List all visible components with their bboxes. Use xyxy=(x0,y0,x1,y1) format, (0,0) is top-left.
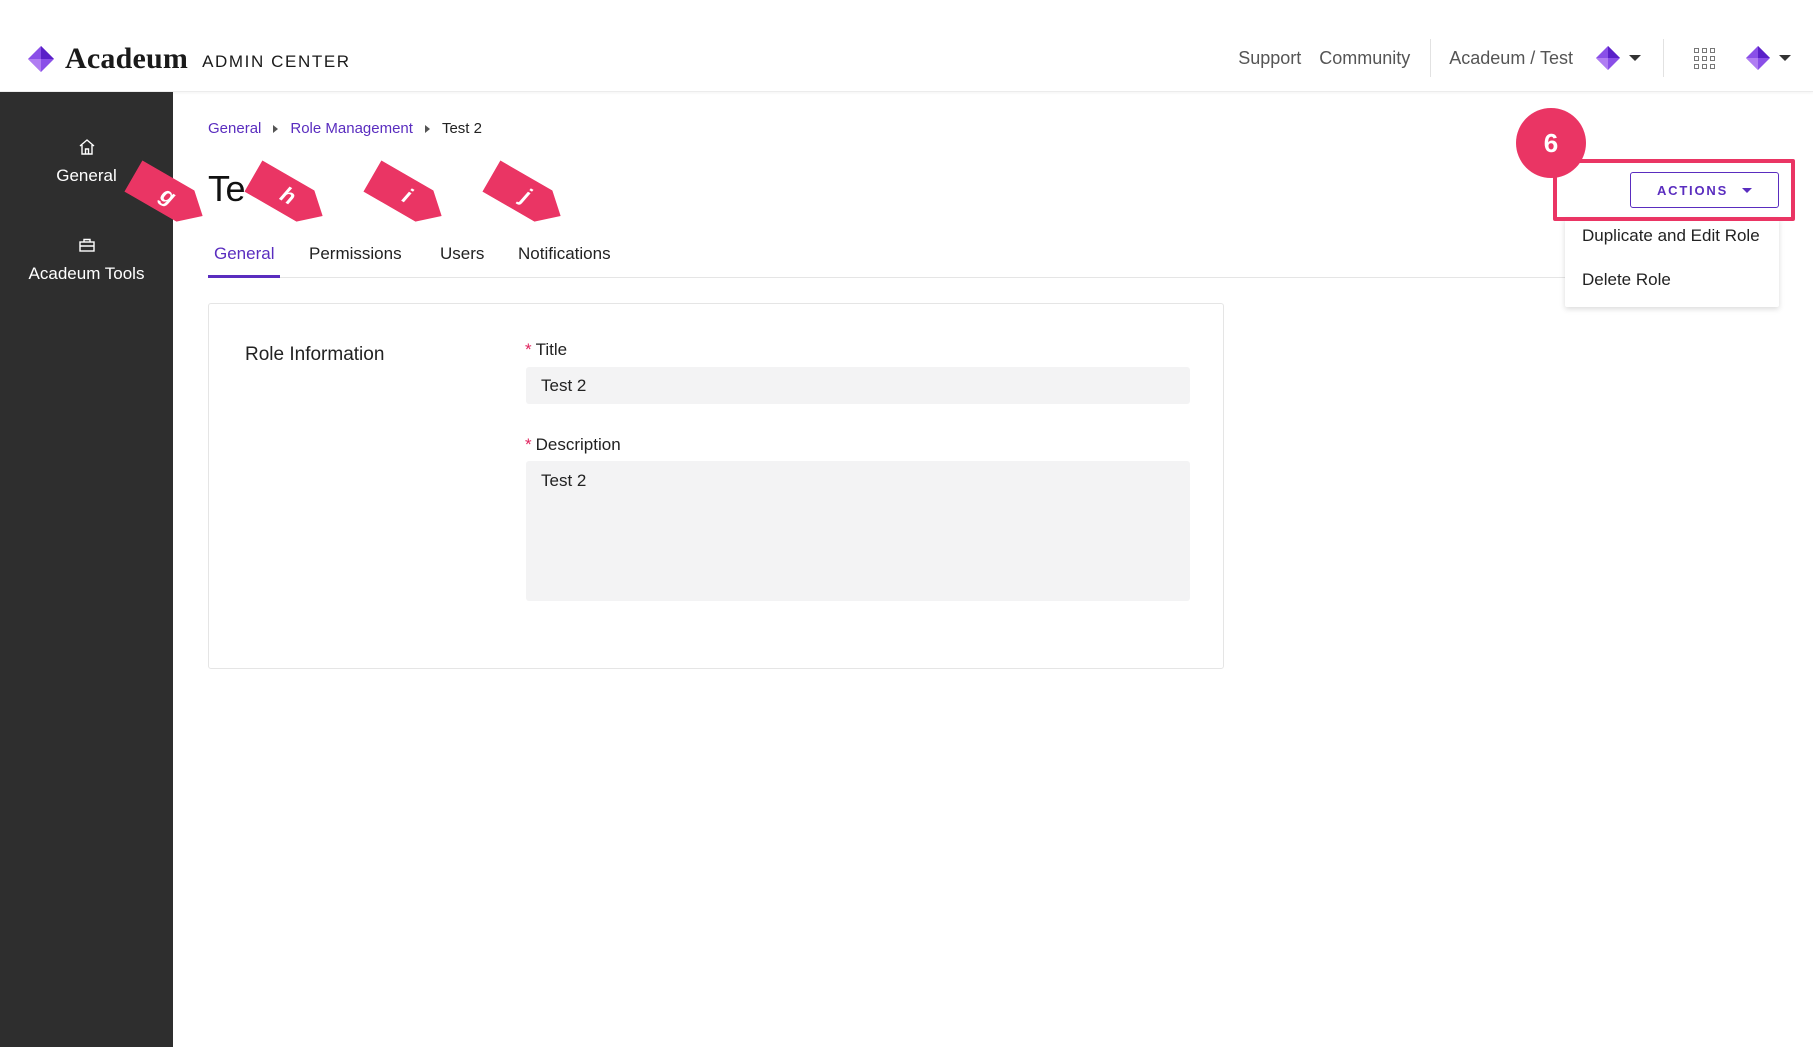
annotation-tag-label: h xyxy=(276,181,301,210)
tab-notifications[interactable]: Notifications xyxy=(512,240,617,278)
breadcrumb-role-management[interactable]: Role Management xyxy=(290,120,413,137)
home-icon xyxy=(79,139,94,155)
top-bar: Acadeum ADMIN CENTER Support Community A… xyxy=(0,0,1813,92)
support-link[interactable]: Support xyxy=(1238,48,1301,69)
menu-item-delete-role[interactable]: Delete Role xyxy=(1582,270,1671,290)
breadcrumb-general[interactable]: General xyxy=(208,120,261,137)
annotation-tag-i: i xyxy=(363,160,450,231)
annotation-tag-label: i xyxy=(398,183,417,208)
divider xyxy=(1430,39,1432,77)
highlight-box xyxy=(1553,159,1795,221)
tenant-name: Acadeum / Test xyxy=(1449,47,1573,68)
annotation-tag-label: j xyxy=(517,183,536,208)
actions-dropdown-menu: Duplicate and Edit Role Delete Role xyxy=(1565,218,1779,307)
required-marker: * xyxy=(525,435,532,454)
institution-logo-icon xyxy=(1596,46,1620,70)
breadcrumb: General Role Management Test 2 xyxy=(208,120,482,137)
tab-permissions[interactable]: Permissions xyxy=(303,240,408,278)
toolbox-icon xyxy=(78,238,95,252)
title-label-text: Title xyxy=(535,340,568,359)
user-avatar-icon xyxy=(1746,46,1770,70)
page-title: Te xyxy=(208,168,246,209)
tab-general[interactable]: General xyxy=(208,240,281,278)
sidebar: General Acadeum Tools xyxy=(0,92,173,1047)
description-field-label: * Description xyxy=(525,435,621,455)
community-link[interactable]: Community xyxy=(1319,48,1410,69)
user-menu[interactable] xyxy=(1745,45,1791,71)
section-heading: Role Information xyxy=(245,344,385,365)
required-marker: * xyxy=(525,340,532,359)
role-information-card: Role Information *Title *Description Tes… xyxy=(208,303,1224,669)
breadcrumb-separator-icon xyxy=(424,124,430,133)
acadeum-logo-icon xyxy=(28,46,54,72)
description-textarea[interactable]: Test 2 xyxy=(526,461,1190,601)
breadcrumb-separator-icon xyxy=(273,124,279,133)
step-number-badge: 6 xyxy=(1516,108,1586,178)
title-input[interactable] xyxy=(526,367,1190,404)
description-label-text: Description xyxy=(535,435,621,454)
chevron-down-icon xyxy=(1629,55,1641,61)
tenant-switcher[interactable] xyxy=(1595,45,1641,71)
chevron-down-icon xyxy=(1779,55,1791,61)
menu-item-duplicate-and-edit-role[interactable]: Duplicate and Edit Role xyxy=(1582,226,1760,246)
tab-users[interactable]: Users xyxy=(434,240,490,278)
sidebar-item-acadeum-tools[interactable]: Acadeum Tools xyxy=(0,236,173,284)
sidebar-item-label: Acadeum Tools xyxy=(28,264,145,283)
divider xyxy=(1663,39,1664,77)
title-field-label: * Title xyxy=(525,340,567,360)
tab-bar: General Permissions Users Notifications xyxy=(208,240,1768,278)
brand-name: Acadeum xyxy=(65,42,189,75)
annotation-tag-h: h xyxy=(244,160,331,231)
brand-subtitle: ADMIN CENTER xyxy=(202,52,351,71)
brand[interactable]: Acadeum ADMIN CENTER xyxy=(26,42,351,76)
apps-grid-icon[interactable] xyxy=(1694,47,1715,69)
breadcrumb-current: Test 2 xyxy=(441,120,482,137)
sidebar-item-label: General xyxy=(56,166,117,185)
top-right-nav: Support Community Acadeum / Test xyxy=(1238,36,1813,80)
annotation-tag-j: j xyxy=(482,160,569,231)
